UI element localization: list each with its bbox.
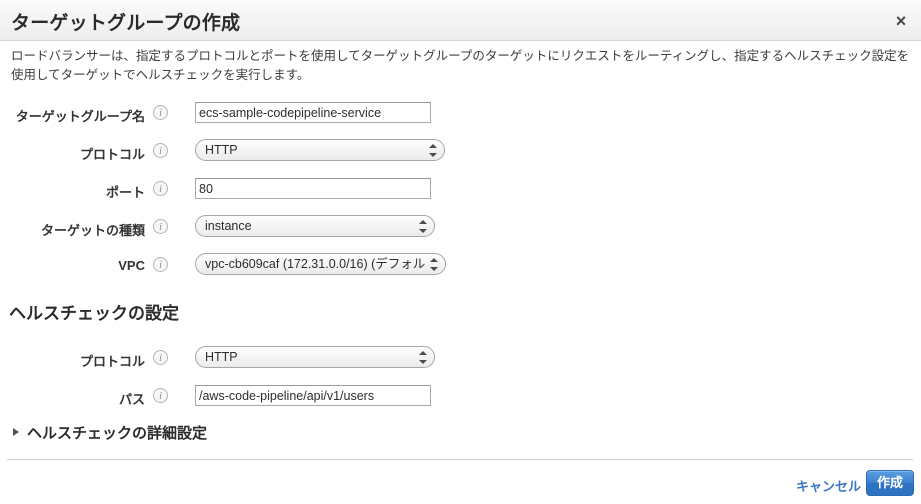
- form-row-healthcheck-path: パス i: [0, 383, 921, 421]
- target-type-select[interactable]: instance: [195, 215, 435, 237]
- info-icon[interactable]: i: [153, 143, 168, 158]
- form-row-target-group-name: ターゲットグループ名 i: [0, 100, 921, 138]
- target-group-form: ターゲットグループ名 i プロトコル i HTTP ポート i ターゲットの種類…: [0, 100, 921, 290]
- vpc-select-value: vpc-cb609caf (172.31.0.0/16) (デフォルト V: [205, 257, 427, 271]
- form-row-protocol: プロトコル i HTTP: [0, 138, 921, 176]
- field-label-target-type: ターゲットの種類: [40, 223, 145, 238]
- healthcheck-protocol-select-value: HTTP: [205, 350, 238, 364]
- chevron-updown-icon: [429, 143, 438, 158]
- port-input[interactable]: [195, 178, 431, 199]
- modal-header: ターゲットグループの作成 ×: [0, 0, 921, 41]
- page-title: ターゲットグループの作成: [11, 13, 241, 34]
- cancel-button[interactable]: キャンセル: [796, 476, 861, 495]
- form-row-target-type: ターゲットの種類 i instance: [0, 214, 921, 252]
- target-type-select-value: instance: [205, 219, 252, 233]
- field-label-protocol: プロトコル: [79, 147, 145, 162]
- target-group-name-input[interactable]: [195, 102, 431, 123]
- protocol-select-value: HTTP: [205, 143, 238, 157]
- advanced-healthcheck-label: ヘルスチェックの詳細設定: [27, 425, 208, 442]
- form-row-port: ポート i: [0, 176, 921, 214]
- field-label-port: ポート: [105, 185, 145, 200]
- protocol-select[interactable]: HTTP: [195, 139, 445, 161]
- health-check-heading: ヘルスチェックの設定: [9, 304, 179, 323]
- field-label-healthcheck-path: パス: [118, 392, 145, 407]
- field-label-target-group-name: ターゲットグループ名: [15, 109, 145, 124]
- healthcheck-protocol-select[interactable]: HTTP: [195, 346, 435, 368]
- info-icon[interactable]: i: [153, 219, 168, 234]
- dialog-description: ロードバランサーは、指定するプロトコルとポートを使用してターゲットグループのター…: [11, 49, 910, 82]
- chevron-updown-icon: [419, 219, 428, 234]
- advanced-healthcheck-toggle[interactable]: ヘルスチェックの詳細設定: [13, 422, 207, 443]
- chevron-updown-icon: [430, 257, 439, 272]
- field-label-healthcheck-protocol: プロトコル: [79, 354, 145, 369]
- form-row-healthcheck-protocol: プロトコル i HTTP: [0, 345, 921, 383]
- create-button[interactable]: 作成: [865, 470, 914, 496]
- field-label-vpc: VPC: [118, 258, 145, 273]
- info-icon[interactable]: i: [153, 388, 168, 403]
- info-icon[interactable]: i: [153, 257, 168, 272]
- info-icon[interactable]: i: [153, 181, 168, 196]
- vpc-select[interactable]: vpc-cb609caf (172.31.0.0/16) (デフォルト V: [195, 253, 446, 275]
- health-check-form: プロトコル i HTTP パス i: [0, 345, 921, 421]
- footer-divider: [7, 459, 913, 460]
- chevron-updown-icon: [419, 350, 428, 365]
- healthcheck-path-input[interactable]: [195, 385, 431, 406]
- triangle-right-icon: [13, 428, 19, 436]
- info-icon[interactable]: i: [153, 105, 168, 120]
- info-icon[interactable]: i: [153, 350, 168, 365]
- form-row-vpc: VPC i vpc-cb609caf (172.31.0.0/16) (デフォル…: [0, 252, 921, 290]
- close-icon[interactable]: ×: [889, 9, 913, 33]
